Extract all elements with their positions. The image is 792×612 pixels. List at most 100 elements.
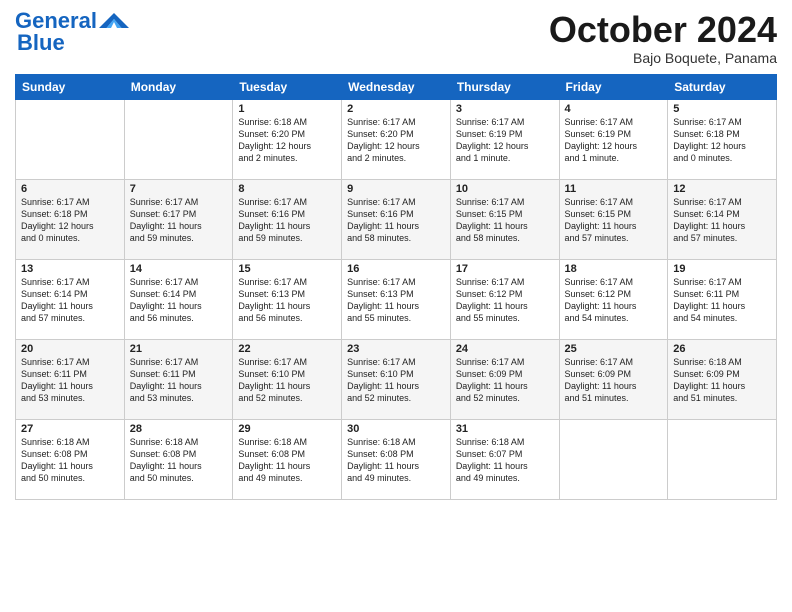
day-number: 4 [565, 103, 663, 115]
day-number: 22 [238, 343, 336, 355]
calendar-week-1: 1Sunrise: 6:18 AMSunset: 6:20 PMDaylight… [16, 99, 777, 179]
day-number: 8 [238, 183, 336, 195]
calendar-table: SundayMondayTuesdayWednesdayThursdayFrid… [15, 74, 777, 500]
col-header-sunday: Sunday [16, 74, 125, 99]
day-number: 2 [347, 103, 445, 115]
day-number: 15 [238, 263, 336, 275]
cell-detail: Sunrise: 6:17 AMSunset: 6:20 PMDaylight:… [347, 116, 445, 165]
cell-detail: Sunrise: 6:17 AMSunset: 6:09 PMDaylight:… [456, 356, 554, 405]
calendar-cell: 30Sunrise: 6:18 AMSunset: 6:08 PMDayligh… [342, 419, 451, 499]
col-header-saturday: Saturday [668, 74, 777, 99]
calendar-cell: 4Sunrise: 6:17 AMSunset: 6:19 PMDaylight… [559, 99, 668, 179]
cell-detail: Sunrise: 6:17 AMSunset: 6:11 PMDaylight:… [673, 276, 771, 325]
calendar-cell: 13Sunrise: 6:17 AMSunset: 6:14 PMDayligh… [16, 259, 125, 339]
cell-detail: Sunrise: 6:17 AMSunset: 6:14 PMDaylight:… [21, 276, 119, 325]
cell-detail: Sunrise: 6:17 AMSunset: 6:15 PMDaylight:… [565, 196, 663, 245]
day-number: 28 [130, 423, 228, 435]
logo-text: General [15, 10, 97, 32]
day-number: 23 [347, 343, 445, 355]
day-number: 11 [565, 183, 663, 195]
calendar-cell: 26Sunrise: 6:18 AMSunset: 6:09 PMDayligh… [668, 339, 777, 419]
cell-detail: Sunrise: 6:17 AMSunset: 6:11 PMDaylight:… [130, 356, 228, 405]
day-number: 10 [456, 183, 554, 195]
page: General Blue October 2024 Bajo Boquete, … [0, 0, 792, 612]
day-number: 26 [673, 343, 771, 355]
day-number: 30 [347, 423, 445, 435]
cell-detail: Sunrise: 6:18 AMSunset: 6:07 PMDaylight:… [456, 436, 554, 485]
day-number: 20 [21, 343, 119, 355]
calendar-cell: 11Sunrise: 6:17 AMSunset: 6:15 PMDayligh… [559, 179, 668, 259]
cell-detail: Sunrise: 6:18 AMSunset: 6:09 PMDaylight:… [673, 356, 771, 405]
cell-detail: Sunrise: 6:17 AMSunset: 6:19 PMDaylight:… [456, 116, 554, 165]
cell-detail: Sunrise: 6:17 AMSunset: 6:16 PMDaylight:… [347, 196, 445, 245]
cell-detail: Sunrise: 6:18 AMSunset: 6:20 PMDaylight:… [238, 116, 336, 165]
calendar-cell: 21Sunrise: 6:17 AMSunset: 6:11 PMDayligh… [124, 339, 233, 419]
calendar-cell: 18Sunrise: 6:17 AMSunset: 6:12 PMDayligh… [559, 259, 668, 339]
col-header-thursday: Thursday [450, 74, 559, 99]
calendar-cell: 14Sunrise: 6:17 AMSunset: 6:14 PMDayligh… [124, 259, 233, 339]
calendar-cell: 28Sunrise: 6:18 AMSunset: 6:08 PMDayligh… [124, 419, 233, 499]
calendar-cell: 15Sunrise: 6:17 AMSunset: 6:13 PMDayligh… [233, 259, 342, 339]
cell-detail: Sunrise: 6:17 AMSunset: 6:12 PMDaylight:… [456, 276, 554, 325]
logo-blue: Blue [17, 30, 65, 55]
day-number: 7 [130, 183, 228, 195]
day-number: 21 [130, 343, 228, 355]
calendar-cell: 27Sunrise: 6:18 AMSunset: 6:08 PMDayligh… [16, 419, 125, 499]
day-number: 9 [347, 183, 445, 195]
calendar-cell: 31Sunrise: 6:18 AMSunset: 6:07 PMDayligh… [450, 419, 559, 499]
cell-detail: Sunrise: 6:17 AMSunset: 6:11 PMDaylight:… [21, 356, 119, 405]
day-number: 14 [130, 263, 228, 275]
calendar-cell: 16Sunrise: 6:17 AMSunset: 6:13 PMDayligh… [342, 259, 451, 339]
calendar-week-5: 27Sunrise: 6:18 AMSunset: 6:08 PMDayligh… [16, 419, 777, 499]
cell-detail: Sunrise: 6:17 AMSunset: 6:17 PMDaylight:… [130, 196, 228, 245]
day-number: 31 [456, 423, 554, 435]
day-number: 1 [238, 103, 336, 115]
location: Bajo Boquete, Panama [549, 50, 777, 66]
calendar-cell: 25Sunrise: 6:17 AMSunset: 6:09 PMDayligh… [559, 339, 668, 419]
calendar-week-2: 6Sunrise: 6:17 AMSunset: 6:18 PMDaylight… [16, 179, 777, 259]
calendar-cell: 17Sunrise: 6:17 AMSunset: 6:12 PMDayligh… [450, 259, 559, 339]
calendar-week-3: 13Sunrise: 6:17 AMSunset: 6:14 PMDayligh… [16, 259, 777, 339]
logo-icon [99, 13, 129, 31]
title-block: October 2024 Bajo Boquete, Panama [549, 10, 777, 66]
calendar-cell [16, 99, 125, 179]
cell-detail: Sunrise: 6:17 AMSunset: 6:10 PMDaylight:… [347, 356, 445, 405]
day-number: 19 [673, 263, 771, 275]
calendar-cell [559, 419, 668, 499]
day-number: 29 [238, 423, 336, 435]
calendar-cell: 24Sunrise: 6:17 AMSunset: 6:09 PMDayligh… [450, 339, 559, 419]
calendar-cell [124, 99, 233, 179]
cell-detail: Sunrise: 6:17 AMSunset: 6:16 PMDaylight:… [238, 196, 336, 245]
col-header-wednesday: Wednesday [342, 74, 451, 99]
calendar-cell: 3Sunrise: 6:17 AMSunset: 6:19 PMDaylight… [450, 99, 559, 179]
cell-detail: Sunrise: 6:18 AMSunset: 6:08 PMDaylight:… [238, 436, 336, 485]
day-number: 18 [565, 263, 663, 275]
cell-detail: Sunrise: 6:17 AMSunset: 6:09 PMDaylight:… [565, 356, 663, 405]
calendar-cell: 7Sunrise: 6:17 AMSunset: 6:17 PMDaylight… [124, 179, 233, 259]
col-header-tuesday: Tuesday [233, 74, 342, 99]
day-number: 5 [673, 103, 771, 115]
calendar-cell: 22Sunrise: 6:17 AMSunset: 6:10 PMDayligh… [233, 339, 342, 419]
cell-detail: Sunrise: 6:17 AMSunset: 6:14 PMDaylight:… [673, 196, 771, 245]
cell-detail: Sunrise: 6:17 AMSunset: 6:10 PMDaylight:… [238, 356, 336, 405]
cell-detail: Sunrise: 6:18 AMSunset: 6:08 PMDaylight:… [347, 436, 445, 485]
calendar-cell: 20Sunrise: 6:17 AMSunset: 6:11 PMDayligh… [16, 339, 125, 419]
calendar-cell: 8Sunrise: 6:17 AMSunset: 6:16 PMDaylight… [233, 179, 342, 259]
calendar-header-row: SundayMondayTuesdayWednesdayThursdayFrid… [16, 74, 777, 99]
calendar-cell: 2Sunrise: 6:17 AMSunset: 6:20 PMDaylight… [342, 99, 451, 179]
day-number: 13 [21, 263, 119, 275]
calendar-cell: 10Sunrise: 6:17 AMSunset: 6:15 PMDayligh… [450, 179, 559, 259]
day-number: 3 [456, 103, 554, 115]
calendar-week-4: 20Sunrise: 6:17 AMSunset: 6:11 PMDayligh… [16, 339, 777, 419]
month-title: October 2024 [549, 10, 777, 50]
calendar-cell: 1Sunrise: 6:18 AMSunset: 6:20 PMDaylight… [233, 99, 342, 179]
logo: General Blue [15, 10, 129, 55]
cell-detail: Sunrise: 6:18 AMSunset: 6:08 PMDaylight:… [21, 436, 119, 485]
calendar-cell: 12Sunrise: 6:17 AMSunset: 6:14 PMDayligh… [668, 179, 777, 259]
day-number: 6 [21, 183, 119, 195]
cell-detail: Sunrise: 6:17 AMSunset: 6:15 PMDaylight:… [456, 196, 554, 245]
calendar-cell: 19Sunrise: 6:17 AMSunset: 6:11 PMDayligh… [668, 259, 777, 339]
cell-detail: Sunrise: 6:17 AMSunset: 6:18 PMDaylight:… [673, 116, 771, 165]
calendar-cell: 9Sunrise: 6:17 AMSunset: 6:16 PMDaylight… [342, 179, 451, 259]
day-number: 27 [21, 423, 119, 435]
